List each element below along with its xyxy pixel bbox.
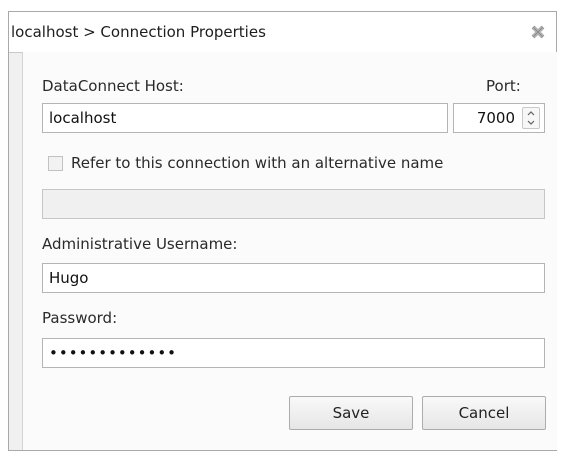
port-stepper[interactable]: 7000 (453, 103, 545, 133)
port-spinner[interactable] (522, 107, 540, 129)
port-increment-button[interactable] (523, 108, 539, 118)
username-label: Administrative Username: (42, 235, 238, 253)
close-button[interactable] (526, 20, 550, 44)
window-title: localhost > Connection Properties (11, 23, 266, 41)
host-label: DataConnect Host: (42, 77, 184, 95)
close-x-icon (531, 25, 545, 39)
alternative-name-checkbox[interactable] (48, 156, 63, 171)
alternative-name-input[interactable] (42, 189, 545, 219)
chevron-down-icon (527, 120, 535, 125)
cancel-button[interactable]: Cancel (422, 396, 546, 430)
alternative-name-checkbox-label[interactable]: Refer to this connection with an alterna… (71, 154, 443, 172)
chevron-up-icon (527, 111, 535, 116)
title-bar: localhost > Connection Properties (9, 12, 556, 53)
username-input[interactable] (42, 263, 545, 293)
password-input[interactable]: ••••••••••••• (42, 338, 545, 368)
save-button[interactable]: Save (289, 396, 413, 430)
port-label: Port: (486, 77, 521, 95)
host-input[interactable] (42, 103, 448, 133)
port-decrement-button[interactable] (523, 118, 539, 128)
port-value[interactable]: 7000 (454, 104, 515, 132)
password-label: Password: (42, 309, 118, 327)
